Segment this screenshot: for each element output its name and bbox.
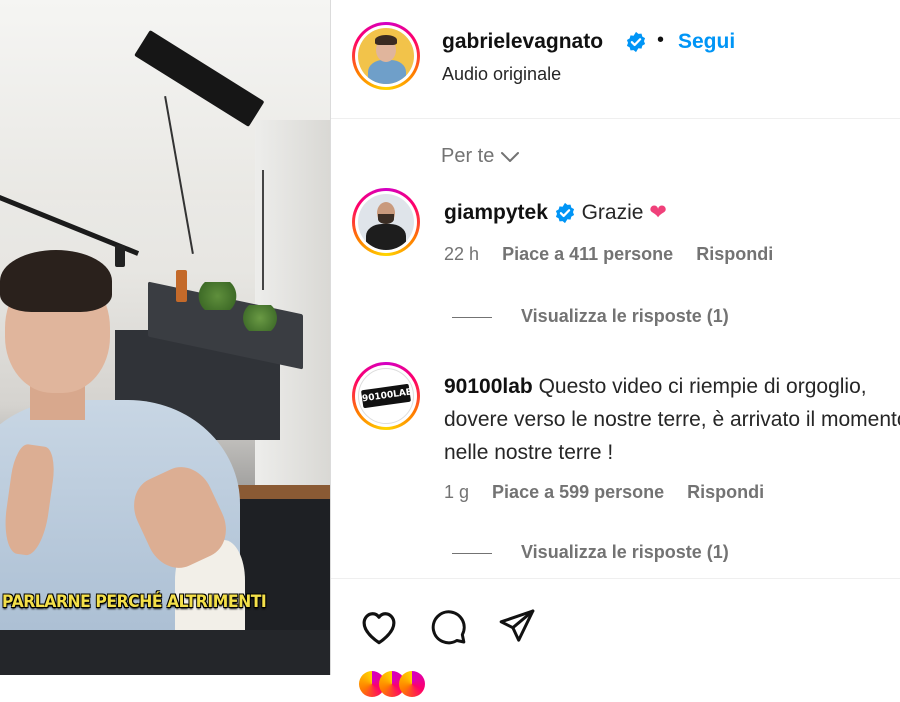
person-hair xyxy=(0,250,112,312)
replies-divider xyxy=(452,316,492,318)
commenter-avatar[interactable]: 90100LAB xyxy=(352,362,420,430)
comment-age[interactable]: 22 h xyxy=(444,244,479,264)
post-actions-bar xyxy=(331,578,900,697)
follow-button[interactable]: Segui xyxy=(678,30,735,54)
post-header: gabrielevagnato • Segui Audio originale xyxy=(331,0,900,119)
comment-username[interactable]: giampytek xyxy=(444,201,548,224)
comment-likes[interactable]: Piace a 599 persone xyxy=(492,482,664,502)
floor xyxy=(0,630,330,675)
heart-emoji: ❤ xyxy=(649,201,667,224)
author-username[interactable]: gabrielevagnato xyxy=(442,30,603,54)
comment-text: Grazie xyxy=(581,201,644,224)
view-replies-button[interactable]: Visualizza le risposte (1) xyxy=(452,542,729,563)
likers-avatars[interactable] xyxy=(359,671,425,702)
lamp-cable xyxy=(262,170,264,290)
comment-username[interactable]: 90100lab xyxy=(444,375,533,398)
comment-body: 90100lab Questo video ci riempie di orgo… xyxy=(444,370,900,469)
bottle xyxy=(176,270,187,302)
author-avatar[interactable] xyxy=(352,22,420,90)
view-replies-button[interactable]: Visualizza le risposte (1) xyxy=(452,306,729,327)
sort-label: Per te xyxy=(441,145,495,167)
paper-plane-icon[interactable] xyxy=(496,606,538,651)
comment-meta: 1 g Piace a 599 persone Rispondi xyxy=(444,482,782,503)
post-panel: gabrielevagnato • Segui Audio originale … xyxy=(330,0,900,697)
spotlight xyxy=(115,245,125,267)
reel-video[interactable]: PARLARNE PERCHÉ ALTRIMENTI xyxy=(0,0,330,675)
separator-dot: • xyxy=(657,29,665,51)
comment-sort-dropdown[interactable]: Per te xyxy=(441,145,520,168)
video-subtitle: PARLARNE PERCHÉ ALTRIMENTI xyxy=(2,592,267,612)
view-replies-label: Visualizza le risposte (1) xyxy=(521,306,729,326)
verified-badge-icon xyxy=(625,31,647,58)
verified-badge-icon xyxy=(554,197,576,230)
reply-button[interactable]: Rispondi xyxy=(687,482,764,502)
plant xyxy=(195,282,240,310)
view-replies-label: Visualizza le risposte (1) xyxy=(521,542,729,562)
replies-divider xyxy=(452,552,492,554)
comment-body: giampytek Grazie ❤ xyxy=(444,196,900,230)
comment-meta: 22 h Piace a 411 persone Rispondi xyxy=(444,244,791,265)
reply-button[interactable]: Rispondi xyxy=(696,244,773,264)
comment-icon[interactable] xyxy=(427,606,469,651)
audio-label[interactable]: Audio originale xyxy=(442,64,561,85)
plant xyxy=(240,305,280,331)
chevron-down-icon xyxy=(501,151,520,162)
brand-logo: 90100LAB xyxy=(360,383,413,409)
heart-icon[interactable] xyxy=(358,606,400,651)
comment-age[interactable]: 1 g xyxy=(444,482,469,502)
commenter-avatar[interactable] xyxy=(352,188,420,256)
comment-likes[interactable]: Piace a 411 persone xyxy=(502,244,673,264)
